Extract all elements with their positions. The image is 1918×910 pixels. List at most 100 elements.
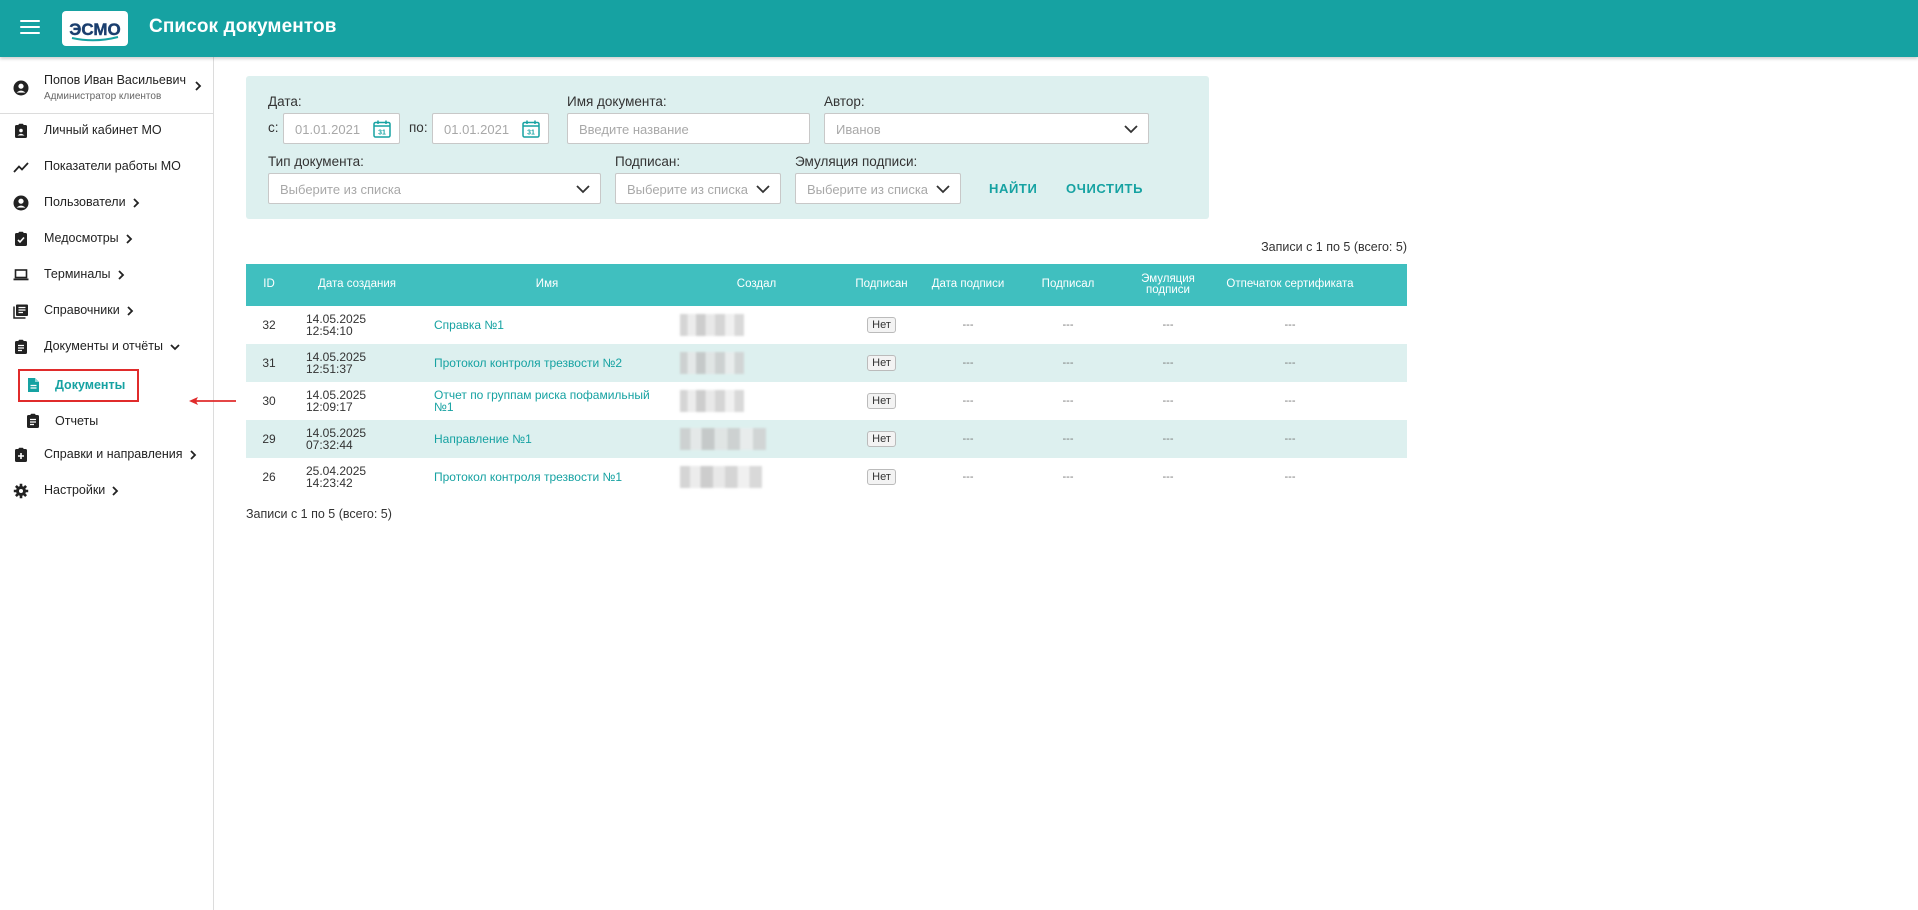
table-row[interactable]: 29 14.05.2025 07:32:44 Направление №1 Нет… — [246, 420, 1407, 458]
find-button[interactable]: НАЙТИ — [989, 181, 1037, 196]
cell-sign-date: --- — [962, 471, 974, 483]
signed-badge: Нет — [867, 431, 896, 447]
table-row[interactable]: 31 14.05.2025 12:51:37 Протокол контроля … — [246, 344, 1407, 382]
app-logo[interactable]: ЭСМО — [62, 11, 128, 46]
author-select[interactable]: Иванов — [824, 113, 1149, 144]
creator-redacted — [680, 428, 766, 450]
sidebar-item-directories[interactable]: Справочники — [0, 296, 213, 326]
column-header[interactable]: ID — [246, 264, 292, 306]
doc-name-input[interactable]: Введите название — [567, 113, 810, 144]
signed-select[interactable]: Выберите из списка — [615, 173, 781, 204]
cell-signed: Нет — [841, 306, 922, 344]
signed-badge: Нет — [867, 317, 896, 333]
cell-id: 26 — [262, 470, 276, 484]
sidebar-item-mo-stats[interactable]: Показатели работы МО — [0, 152, 213, 182]
cell-fingerprint: --- — [1284, 471, 1296, 483]
sidebar-item-settings[interactable]: Настройки — [0, 476, 213, 506]
menu-icon[interactable] — [20, 20, 40, 36]
sidebar: Попов Иван Васильевич Администратор клие… — [0, 57, 236, 910]
chevron-down-icon — [576, 185, 590, 194]
cell-name-link[interactable]: Отчет по группам риска пофамильный №1 — [434, 382, 666, 420]
calendar-icon[interactable]: 31 — [373, 120, 391, 138]
signed-badge: Нет — [867, 469, 896, 485]
sidebar-item-label: Пользователи — [44, 195, 140, 209]
document-icon — [28, 378, 39, 392]
column-header[interactable]: Отпечаток сертификата — [1214, 264, 1366, 306]
cell-created: 14.05.2025 12:54:10 — [306, 306, 422, 344]
calendar-icon[interactable]: 31 — [522, 120, 540, 138]
sidebar-item-terminals[interactable]: Терминалы — [0, 260, 213, 290]
cell-fingerprint: --- — [1284, 319, 1296, 331]
sidebar-item-certificates[interactable]: Справки и направления — [0, 440, 213, 470]
date-to-input[interactable]: 01.01.2021 31 — [432, 113, 549, 144]
cell-name-link[interactable]: Справка №1 — [434, 306, 666, 344]
cell-created-time: 12:09:17 — [306, 400, 353, 414]
column-header[interactable]: Подписал — [1014, 264, 1122, 306]
column-header[interactable]: Дата подписи — [922, 264, 1014, 306]
sidebar-item-documents-reports[interactable]: Документы и отчёты — [0, 332, 213, 362]
date-to-label: по: — [409, 120, 428, 135]
arrow-left-icon — [189, 397, 236, 405]
sidebar-item-personal-cabinet[interactable]: Личный кабинет МО — [0, 116, 213, 146]
column-header[interactable]: Имя — [422, 264, 672, 306]
user-profile[interactable]: Попов Иван Васильевич Администратор клие… — [0, 71, 213, 114]
emulation-placeholder: Выберите из списка — [807, 182, 929, 197]
creator-redacted — [680, 314, 744, 336]
cell-created: 14.05.2025 07:32:44 — [306, 420, 422, 458]
sidebar-item-label: Справки и направления — [44, 447, 197, 461]
cell-signed: Нет — [841, 420, 922, 458]
doc-type-label: Тип документа: — [268, 154, 364, 169]
cell-name-link[interactable]: Протокол контроля трезвости №2 — [434, 344, 666, 382]
clear-button[interactable]: ОЧИСТИТЬ — [1066, 181, 1143, 196]
creator-redacted — [680, 466, 762, 488]
chevron-right-icon — [126, 234, 132, 244]
sidebar-item-users[interactable]: Пользователи — [0, 188, 213, 218]
author-placeholder: Иванов — [836, 122, 881, 137]
column-header[interactable]: Дата создания — [292, 264, 422, 306]
user-name: Попов Иван Васильевич — [44, 73, 186, 87]
sidebar-item-label: Настройки — [44, 483, 119, 497]
emulation-label: Эмуляция подписи: — [795, 154, 918, 169]
cell-signed: Нет — [841, 458, 922, 496]
column-header[interactable]: Создал — [672, 264, 841, 306]
cell-fingerprint: --- — [1284, 433, 1296, 445]
user-circle-icon — [13, 195, 29, 211]
svg-text:31: 31 — [378, 130, 386, 137]
cell-id: 31 — [262, 356, 276, 370]
sidebar-subitem-label: Документы — [55, 378, 126, 392]
column-header[interactable]: Подписан — [841, 264, 922, 306]
creator-redacted — [680, 352, 744, 374]
cell-signer: --- — [1062, 471, 1074, 483]
records-info-bottom: Записи с 1 по 5 (всего: 5) — [246, 507, 392, 521]
cell-emulation: --- — [1162, 319, 1174, 331]
sidebar-item-medical-exams[interactable]: Медосмотры — [0, 224, 213, 254]
table-row[interactable]: 26 25.04.2025 14:23:42 Протокол контроля … — [246, 458, 1407, 496]
cell-id: 29 — [262, 432, 276, 446]
date-from-input[interactable]: 01.01.2021 31 — [283, 113, 400, 144]
table-header: ID Дата создания Имя Создал Подписан Дат… — [246, 264, 1407, 306]
cell-emulation: --- — [1162, 357, 1174, 369]
sidebar-subitem-documents[interactable]: Документы — [18, 369, 139, 402]
clipboard-list-icon — [15, 339, 27, 354]
sidebar-subitem-reports[interactable]: Отчеты — [18, 405, 139, 438]
cell-created-time: 14:23:42 — [306, 476, 353, 490]
top-app-bar: ЭСМО Список документов — [0, 0, 1918, 57]
chevron-right-icon — [195, 81, 202, 91]
column-header[interactable]: Эмуляция подписи — [1122, 264, 1214, 306]
emulation-select[interactable]: Выберите из списка — [795, 173, 961, 204]
sidebar-item-label: Медосмотры — [44, 231, 133, 245]
doc-type-select[interactable]: Выберите из списка — [268, 173, 601, 204]
cell-emulation: --- — [1162, 433, 1174, 445]
cell-name-link[interactable]: Протокол контроля трезвости №1 — [434, 458, 666, 496]
chevron-right-icon — [117, 270, 124, 280]
cell-name-link[interactable]: Направление №1 — [434, 420, 666, 458]
gear-icon — [13, 483, 29, 499]
table-row[interactable]: 32 14.05.2025 12:54:10 Справка №1 Нет ---… — [246, 306, 1407, 344]
cell-signer: --- — [1062, 319, 1074, 331]
cell-created: 14.05.2025 12:51:37 — [306, 344, 422, 382]
chevron-down-icon — [170, 344, 180, 350]
table-row[interactable]: 30 14.05.2025 12:09:17 Отчет по группам р… — [246, 382, 1407, 420]
cell-signer: --- — [1062, 357, 1074, 369]
date-from-label: с: — [268, 120, 279, 135]
date-from-placeholder: 01.01.2021 — [295, 122, 361, 137]
